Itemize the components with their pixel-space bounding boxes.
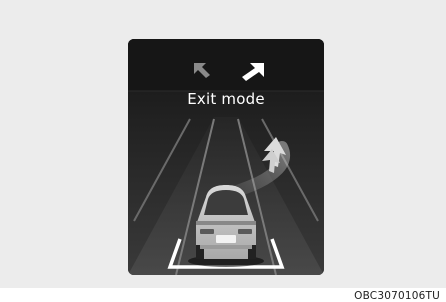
display-graphics <box>128 39 324 275</box>
mode-label: Exit mode <box>187 90 265 108</box>
image-code-caption: OBC3070106TU <box>354 290 440 302</box>
illustration-panel: Exit mode <box>0 0 446 288</box>
cluster-display: Exit mode <box>128 39 324 275</box>
